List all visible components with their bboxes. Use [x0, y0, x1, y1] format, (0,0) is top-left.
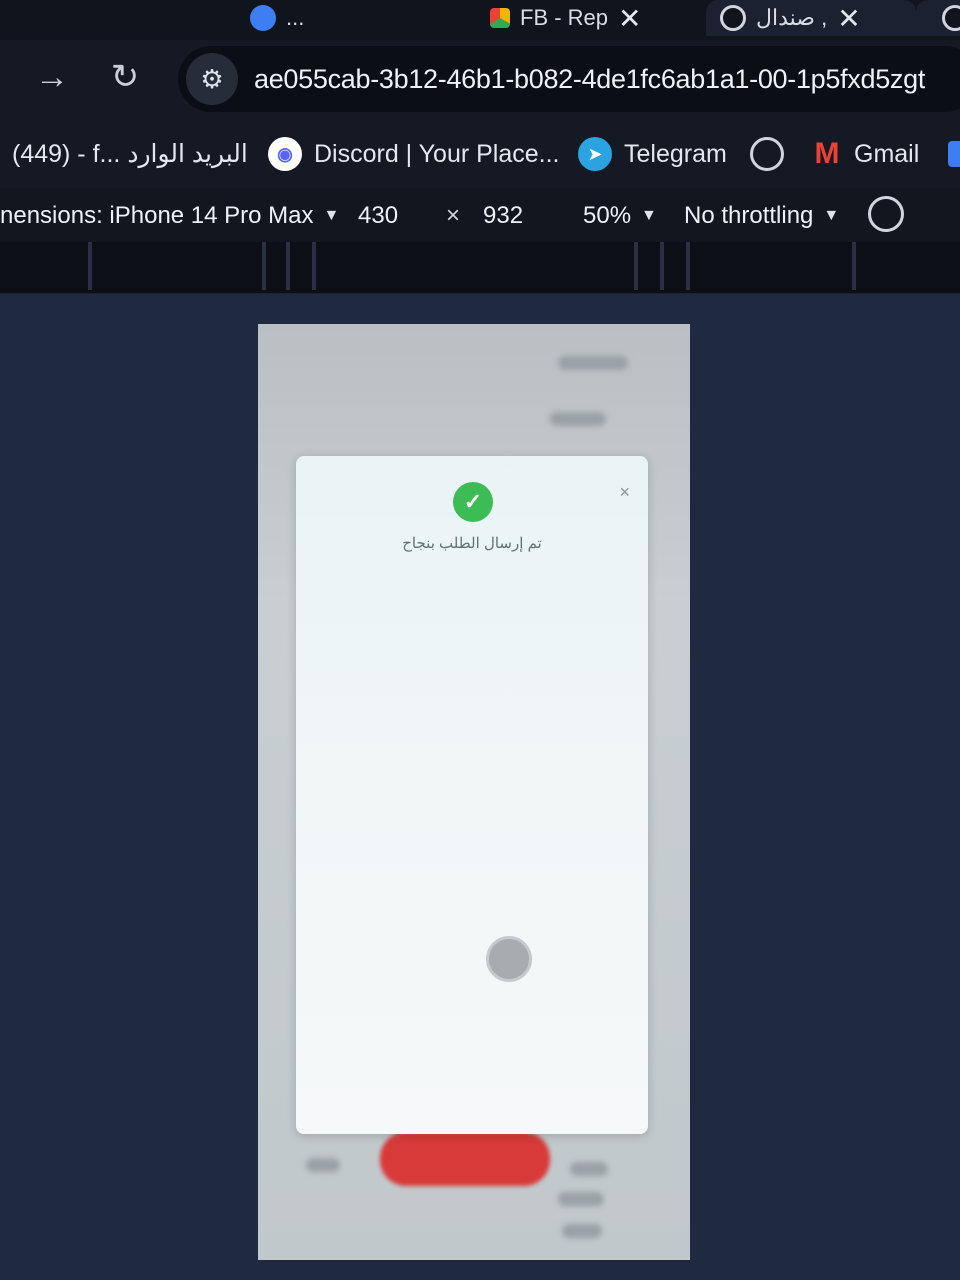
success-message: تم إرسال الطلب بنجاح — [402, 535, 542, 552]
chevron-down-icon: ▼ — [641, 207, 657, 224]
blurred-footer-text — [306, 1158, 340, 1172]
touch-cursor-icon — [486, 936, 532, 982]
device-toolbar: nensions: iPhone 14 Pro Max ▼ 430 × 932 … — [0, 188, 960, 250]
ruler-tick — [686, 242, 690, 290]
bookmark-discord[interactable]: ◉ Discord | Your Place... — [268, 132, 560, 176]
blurred-header-text — [550, 412, 606, 426]
height-input[interactable]: 932 — [483, 202, 523, 230]
ruler-tick — [88, 242, 92, 290]
success-modal: × ✓ تم إرسال الطلب بنجاح — [296, 456, 648, 1134]
blurred-footer-text — [558, 1192, 604, 1206]
url-text[interactable]: ae055cab-3b12-46b1-b082-4de1fc6ab1a1-00-… — [254, 64, 925, 95]
globe-icon — [942, 5, 960, 31]
ruler-tick — [660, 242, 664, 290]
telegram-icon: ➤ — [578, 137, 612, 171]
chevron-down-icon: ▼ — [323, 207, 340, 224]
arrow-right-icon: → — [35, 57, 69, 96]
rotate-icon[interactable] — [868, 196, 904, 232]
close-icon[interactable]: ✕ — [618, 2, 641, 35]
blurred-header-text — [558, 356, 628, 370]
browser-tab[interactable]: FB - Rep ✕ — [490, 0, 690, 36]
tab-strip: ... FB - Rep ✕ صندال , ✕ — [0, 0, 960, 40]
bookmark-label: Discord | Your Place... — [314, 139, 560, 168]
ruler-tick — [262, 242, 266, 290]
tab-label: صندال , — [756, 5, 828, 30]
site-settings-icon[interactable]: ⚙ — [186, 53, 238, 105]
reload-button[interactable]: ↻ — [100, 52, 150, 102]
browser-tab[interactable]: ... — [250, 0, 470, 36]
times-icon: × — [446, 202, 461, 229]
zoom-selector[interactable]: 50% ▼ — [583, 202, 657, 230]
gmail-icon: M — [814, 137, 840, 170]
bookmark-gmail[interactable]: M Gmail — [812, 132, 920, 176]
app-icon — [948, 141, 960, 167]
discord-icon: ◉ — [268, 137, 302, 171]
bookmark-telegram[interactable]: ➤ Telegram — [578, 132, 727, 176]
width-input[interactable]: 430 — [358, 202, 398, 230]
reload-icon: ↻ — [110, 58, 140, 96]
browser-tab-active[interactable]: صندال , ✕ — [706, 0, 916, 36]
browser-toolbar: → ↻ ⚙ ae055cab-3b12-46b1-b082-4de1fc6ab1… — [0, 40, 960, 122]
bookmark-inbox[interactable]: (449) - f... البريد الوارد — [12, 132, 248, 176]
blurred-submit-button — [380, 1132, 550, 1186]
forward-button[interactable]: → — [27, 52, 77, 102]
close-icon[interactable]: × — [619, 482, 630, 503]
bookmark-globe[interactable] — [750, 132, 784, 176]
tab-label: ... — [286, 5, 305, 30]
device-selector[interactable]: nensions: iPhone 14 Pro Max ▼ — [0, 202, 339, 230]
check-icon: ✓ — [453, 482, 493, 522]
address-bar[interactable]: ⚙ ae055cab-3b12-46b1-b082-4de1fc6ab1a1-0… — [178, 46, 960, 112]
globe-icon — [750, 137, 784, 171]
ruler-tick — [634, 242, 638, 290]
ruler-tick — [852, 242, 856, 290]
blurred-footer-text — [562, 1224, 602, 1238]
media-query-ruler — [0, 242, 960, 294]
bookmark-label: (449) - f... البريد الوارد — [12, 140, 248, 168]
blurred-footer-text — [570, 1162, 608, 1176]
bookmark-label: Telegram — [624, 139, 727, 168]
throttling-label: No throttling — [684, 202, 814, 229]
close-icon[interactable]: ✕ — [837, 2, 860, 35]
browser-tab[interactable] — [916, 0, 960, 36]
ruler-tick — [286, 242, 290, 290]
globe-icon — [720, 5, 746, 31]
zoom-label: 50% — [583, 202, 632, 229]
device-label: nensions: iPhone 14 Pro Max — [0, 202, 314, 229]
ruler-tick — [312, 242, 316, 290]
chevron-down-icon: ▼ — [823, 207, 840, 224]
tab-label: FB - Rep — [520, 5, 609, 30]
multicolor-app-icon — [490, 8, 510, 28]
globe-icon — [250, 5, 276, 31]
throttling-selector[interactable]: No throttling ▼ — [684, 202, 839, 230]
bookmarks-bar: (449) - f... البريد الوارد ◉ Discord | Y… — [0, 122, 960, 188]
bookmark-more[interactable] — [948, 132, 960, 176]
bookmark-label: Gmail — [854, 139, 920, 168]
